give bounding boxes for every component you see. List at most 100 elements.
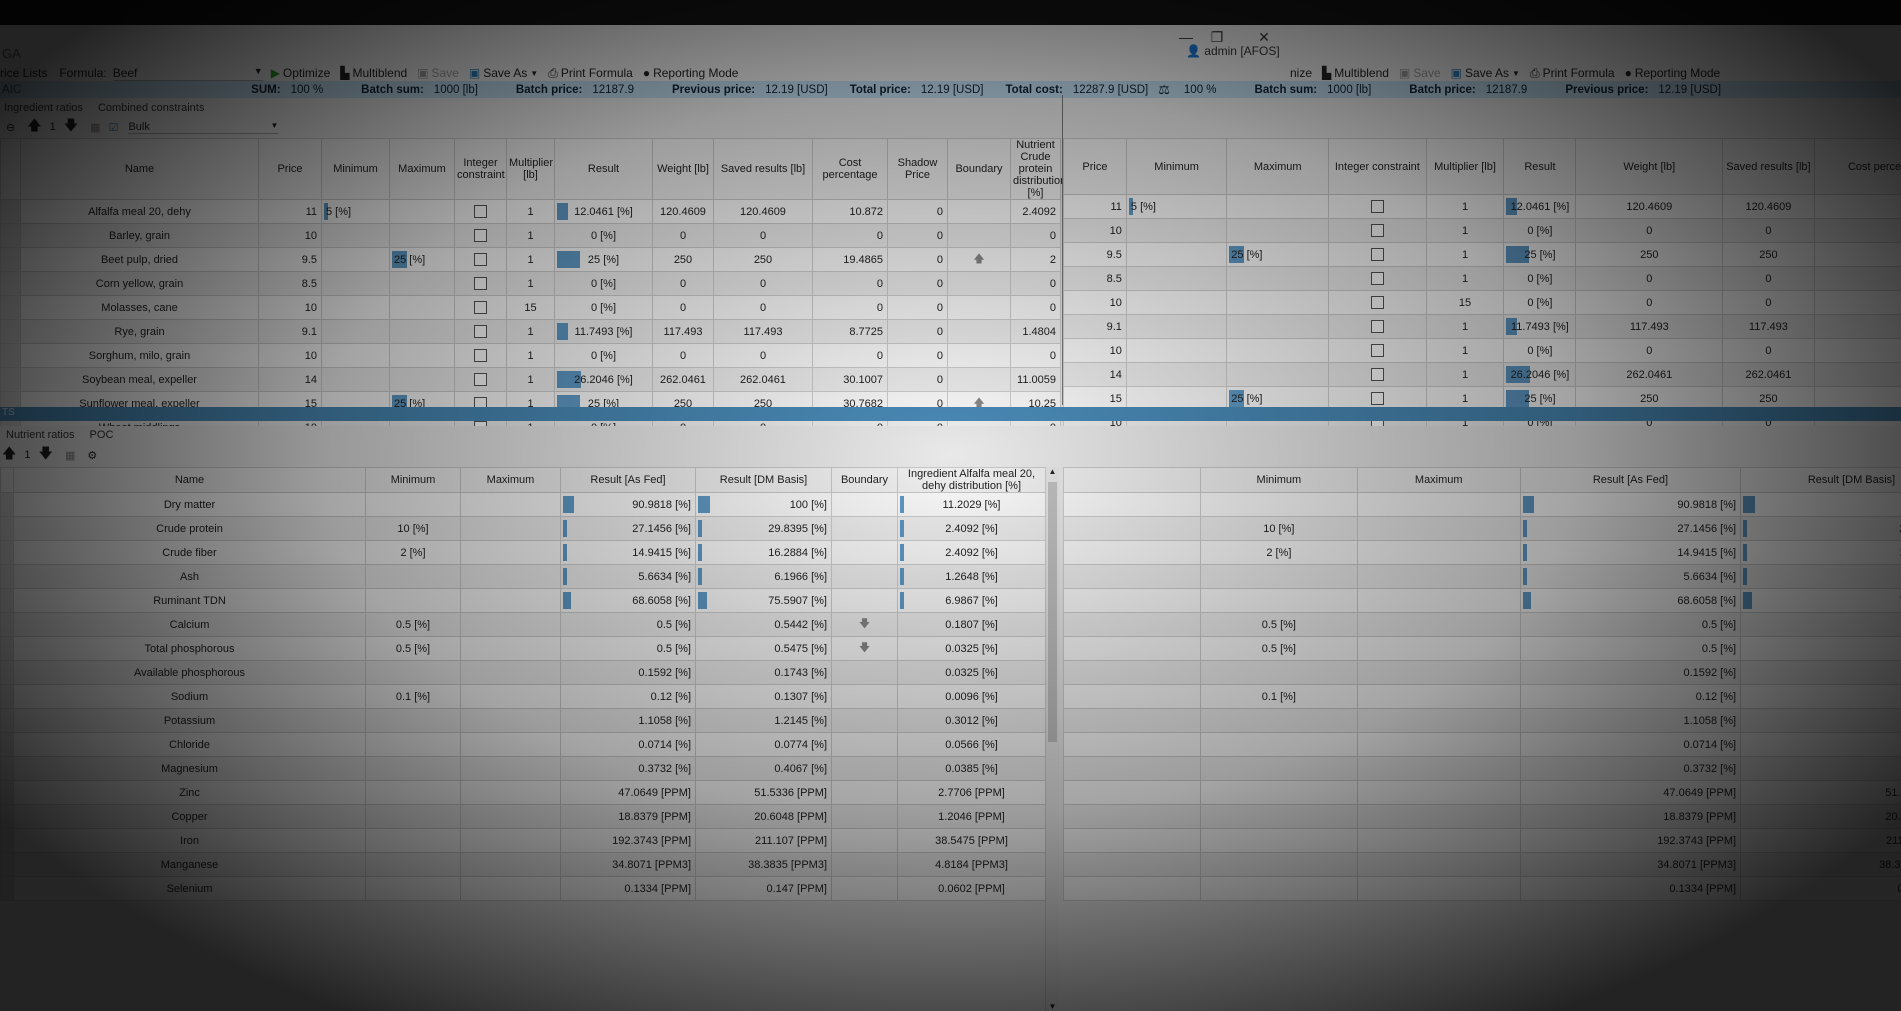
result-as-fed-cell[interactable]: 0.1334 [PPM] — [560, 876, 696, 901]
arrow-down-icon[interactable]: 🡇 — [39, 443, 53, 467]
maximum-cell[interactable] — [1356, 828, 1521, 853]
maximum-cell[interactable] — [1356, 636, 1521, 661]
maximum-cell[interactable] — [1226, 338, 1330, 363]
minimum-cell[interactable] — [1125, 266, 1228, 291]
result-as-fed-cell[interactable]: 0.5 [%] — [1519, 612, 1742, 637]
grid-icon[interactable]: ▦ — [65, 449, 75, 462]
multiplier-cell[interactable]: 1 — [506, 319, 555, 344]
minimum-cell[interactable] — [365, 828, 461, 853]
maximum-cell[interactable] — [389, 295, 455, 320]
minimum-cell[interactable] — [365, 660, 461, 685]
minimum-cell[interactable] — [365, 756, 461, 781]
maximum-cell[interactable] — [1356, 876, 1521, 901]
col-minimum[interactable]: Minimum — [1200, 467, 1358, 493]
table-row[interactable]: 8.510 [%]000 — [1063, 266, 1901, 291]
result-as-fed-cell[interactable]: 34.8071 [PPM3] — [1519, 852, 1742, 877]
checkbox[interactable] — [1370, 224, 1384, 237]
maximum-cell[interactable] — [1356, 732, 1521, 757]
maximum-cell[interactable] — [389, 367, 455, 392]
page-value[interactable]: 1 — [24, 449, 30, 461]
table-row[interactable]: 90.9818 [%]100 [%] — [1063, 492, 1901, 517]
row-header[interactable] — [0, 708, 14, 733]
integer-constraint-cell[interactable] — [454, 271, 507, 296]
checkbox[interactable] — [474, 229, 487, 242]
checkbox[interactable] — [1370, 248, 1384, 261]
maximum-cell[interactable] — [460, 876, 561, 901]
result-dm-cell[interactable]: 0.0774 [%] — [1740, 732, 1901, 757]
result-dm-cell[interactable]: 100 [%] — [695, 492, 832, 517]
result-dm-cell[interactable]: 0.1743 [%] — [1740, 660, 1901, 685]
minimum-cell[interactable] — [1125, 338, 1228, 363]
price-cell[interactable]: 14 — [1063, 362, 1127, 387]
price-cell[interactable]: 10 — [1063, 218, 1127, 243]
checkbox[interactable] — [1370, 296, 1384, 309]
checkbox[interactable] — [474, 253, 487, 266]
price-cell[interactable]: 10 — [258, 295, 322, 320]
checkbox[interactable] — [1370, 344, 1384, 357]
maximum-cell[interactable] — [1356, 516, 1521, 541]
checkbox[interactable] — [1370, 368, 1384, 381]
minimum-cell[interactable] — [1200, 876, 1358, 901]
distribution-cell[interactable]: 0.0385 [%] — [897, 756, 1046, 781]
price-cell[interactable]: 11 — [1063, 194, 1127, 219]
table-row[interactable]: Manganese 34.8071 [PPM3] 38.3835 [PPM3] 4.8… — [0, 852, 1046, 877]
multiplier-cell[interactable]: 1 — [506, 271, 555, 296]
table-row[interactable]: Ash 5.6634 [%] 6.1966 [%] 1.2648 [%] — [0, 564, 1046, 589]
distribution-cell[interactable]: 0.0566 [%] — [897, 732, 1046, 757]
table-row[interactable]: Calcium 0.5 [%] 0.5 [%] 0.5442 [%] 🡇 0.1807 [… — [0, 612, 1046, 637]
result-dm-cell[interactable]: 0.0774 [%] — [695, 732, 832, 757]
result-dm-cell[interactable]: 0.1743 [%] — [695, 660, 832, 685]
minimum-cell[interactable] — [321, 367, 390, 392]
nutrient-name[interactable]: Sodium — [13, 684, 366, 709]
page-value[interactable]: 1 — [50, 121, 56, 133]
integer-constraint-cell[interactable] — [454, 343, 507, 368]
table-row[interactable]: 0.1334 [PPM] 0.147 [PPM] — [1063, 876, 1901, 901]
minimum-cell[interactable] — [1125, 242, 1228, 267]
ingredient-name[interactable]: Alfalfa meal 20, dehy — [20, 199, 259, 224]
distribution-cell[interactable]: 0.0325 [%] — [897, 660, 1046, 685]
maximum-cell[interactable]: 25 [%] — [1226, 242, 1330, 267]
col-name[interactable]: Name — [20, 138, 259, 200]
tab-poc[interactable]: POC — [90, 429, 114, 441]
col-maximum[interactable]: Maximum — [1226, 138, 1330, 195]
maximum-cell[interactable] — [1356, 804, 1521, 829]
minimum-cell[interactable]: 10 [%] — [365, 516, 461, 541]
result-dm-cell[interactable]: 0.147 [PPM] — [1740, 876, 1901, 901]
multiplier-cell[interactable]: 15 — [506, 295, 555, 320]
result-cell[interactable]: 12.0461 [%] — [1503, 194, 1577, 219]
maximum-cell[interactable] — [460, 708, 561, 733]
integer-constraint-cell[interactable] — [1328, 362, 1427, 387]
table-row[interactable]: Sodium 0.1 [%] 0.12 [%] 0.1307 [%] 0.0096 [%… — [0, 684, 1046, 709]
result-dm-cell[interactable]: 75.5907 [%] — [1740, 588, 1901, 613]
row-header[interactable] — [0, 828, 14, 853]
nutrient-name[interactable]: Calcium — [13, 612, 366, 637]
result-as-fed-cell[interactable]: 14.9415 [%] — [1519, 540, 1742, 565]
result-as-fed-cell[interactable]: 34.8071 [PPM3] — [560, 852, 696, 877]
table-row[interactable]: 0.1 [%] 0.12 [%]0.1307 [%] — [1063, 684, 1901, 709]
result-as-fed-cell[interactable]: 0.0714 [%] — [1519, 732, 1742, 757]
minimum-cell[interactable]: 0.5 [%] — [1200, 636, 1358, 661]
result-as-fed-cell[interactable]: 27.1456 [%] — [560, 516, 696, 541]
result-dm-cell[interactable]: 0.5442 [%] — [1740, 612, 1901, 637]
result-dm-cell[interactable]: 1.2145 [%] — [1740, 708, 1901, 733]
chevron-up-icon[interactable]: ▲ — [1046, 467, 1059, 476]
col-maximum[interactable]: Maximum — [389, 138, 455, 200]
col-ingredient-distribution[interactable]: Ingredient Alfalfa meal 20, dehy distrib… — [897, 467, 1046, 493]
minimum-cell[interactable] — [1125, 290, 1228, 315]
result-cell[interactable]: 11.7493 [%] — [554, 319, 653, 344]
maximum-cell[interactable] — [460, 516, 561, 541]
multiplier-cell[interactable]: 1 — [506, 199, 555, 224]
result-cell[interactable]: 26.2046 [%] — [1503, 362, 1577, 387]
row-header[interactable] — [0, 564, 14, 589]
col-name[interactable]: Name — [13, 467, 366, 493]
result-as-fed-cell[interactable]: 0.5 [%] — [1519, 636, 1742, 661]
price-cell[interactable]: 14 — [258, 367, 322, 392]
minimum-cell[interactable] — [1125, 362, 1228, 387]
maximum-cell[interactable] — [460, 828, 561, 853]
distribution-cell[interactable]: 0.0096 [%] — [897, 684, 1046, 709]
result-as-fed-cell[interactable]: 0.1592 [%] — [1519, 660, 1742, 685]
nutrient-name[interactable]: Crude protein — [13, 516, 366, 541]
nutrient-name[interactable]: Potassium — [13, 708, 366, 733]
price-cell[interactable]: 8.5 — [258, 271, 322, 296]
chevron-down-icon[interactable]: ▼ — [1046, 1002, 1059, 1011]
